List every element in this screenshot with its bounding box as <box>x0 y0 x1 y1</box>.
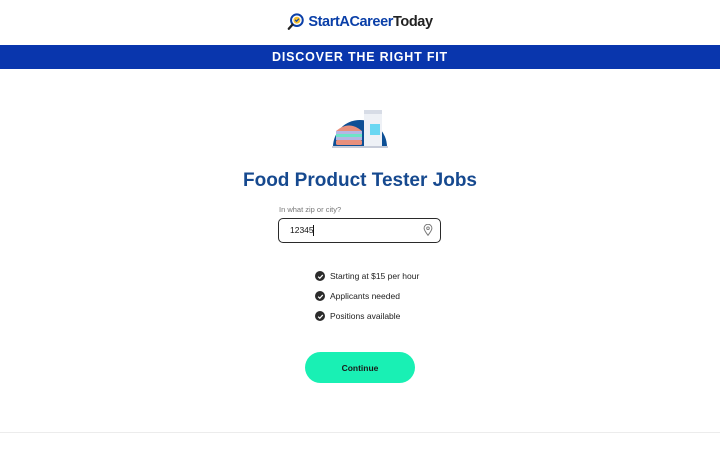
footer-divider <box>0 432 720 433</box>
banner-text: DISCOVER THE RIGHT FIT <box>272 50 448 64</box>
location-input[interactable] <box>279 219 409 241</box>
check-circle-icon <box>315 271 325 281</box>
discover-banner: DISCOVER THE RIGHT FIT <box>0 45 720 69</box>
location-label: In what zip or city? <box>279 205 342 214</box>
benefit-item: Applicants needed <box>315 286 419 306</box>
benefit-text: Positions available <box>330 311 401 321</box>
logo-text-start: StartACareer <box>308 14 394 30</box>
page-title: Food Product Tester Jobs <box>242 170 477 191</box>
benefits-list: Starting at $15 per hour Applicants need… <box>315 266 419 326</box>
location-field[interactable] <box>278 218 441 243</box>
map-pin-icon <box>423 224 433 236</box>
continue-button[interactable]: Continue <box>305 352 415 383</box>
benefit-text: Applicants needed <box>330 291 400 301</box>
check-circle-icon <box>315 311 325 321</box>
magnifier-logo-icon <box>287 13 305 30</box>
logo-text-today: Today <box>393 14 433 30</box>
benefit-text: Starting at $15 per hour <box>330 271 420 281</box>
logo-text: StartACareerToday <box>308 14 433 30</box>
site-header: StartACareerToday <box>0 0 720 44</box>
burger-drink-icon <box>332 110 388 148</box>
benefit-item: Positions available <box>315 306 419 326</box>
site-logo[interactable]: StartACareerToday <box>287 13 433 31</box>
benefit-item: Starting at $15 per hour <box>315 266 419 286</box>
text-caret <box>313 225 314 236</box>
check-circle-icon <box>315 291 325 301</box>
